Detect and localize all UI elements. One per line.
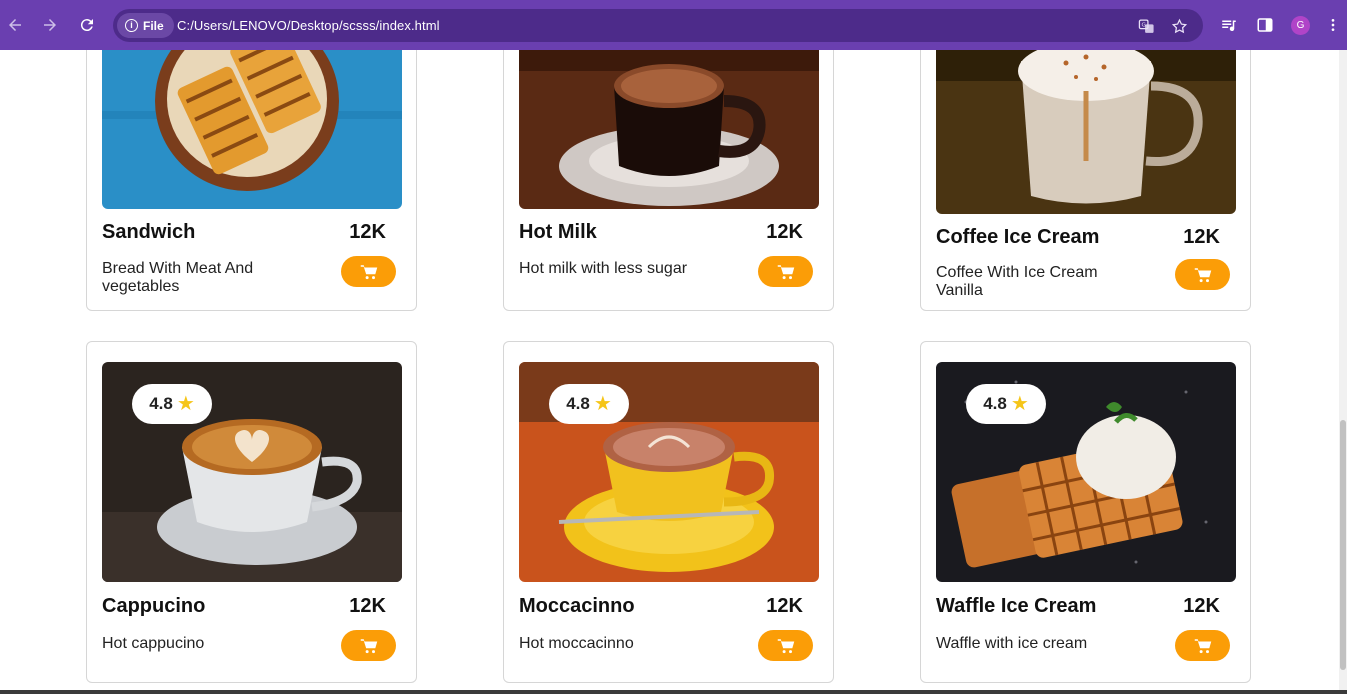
item-name: Hot Milk — [519, 221, 597, 243]
rating-value: 4.8 — [566, 394, 590, 413]
item-description: Waffle with ice cream — [936, 635, 1088, 652]
star-icon — [1171, 18, 1187, 33]
add-to-cart-button[interactable] — [758, 630, 813, 661]
item-description: Bread With Meat And vegetables — [102, 260, 254, 295]
cart-icon — [1194, 638, 1211, 653]
item-price: 12K — [766, 595, 803, 617]
page-scrollbar[interactable] — [1339, 50, 1347, 694]
item-name: Sandwich — [102, 221, 196, 243]
back-button[interactable] — [0, 10, 30, 40]
item-name: Cappucino — [102, 595, 206, 617]
menu-card: 4.8 ★ Cappucino 12K Hot cappucino — [86, 341, 417, 683]
add-to-cart-button[interactable] — [1175, 630, 1230, 661]
cart-icon — [777, 264, 794, 279]
add-to-cart-button[interactable] — [341, 630, 396, 661]
reload-icon — [80, 19, 93, 32]
menu-card: 4.8 ★ Waffle Ice Cream 12K Waffle with i… — [920, 341, 1251, 683]
item-name: Moccacinno — [519, 595, 635, 617]
url-text[interactable]: C:/Users/LENOVO/Desktop/scsss/index.html — [177, 18, 440, 33]
translate-icon: G — [1138, 18, 1154, 33]
item-price: 12K — [349, 221, 386, 243]
cart-icon — [1194, 267, 1211, 282]
side-panel-icon — [1257, 18, 1273, 32]
hot-milk-image — [519, 50, 819, 209]
add-to-cart-button[interactable] — [1175, 259, 1230, 290]
menu-card: Sandwich 12K Bread With Meat And vegetab… — [86, 50, 417, 311]
browser-menu-button[interactable] — [1325, 14, 1341, 36]
forward-button[interactable] — [35, 10, 65, 40]
moccacinno-image: 4.8 ★ — [519, 362, 819, 582]
item-description: Coffee With Ice Cream Vanilla — [936, 264, 1098, 299]
item-price: 12K — [349, 595, 386, 617]
menu-card: 4.8 ★ Moccacinno 12K Hot moccacinno — [503, 341, 834, 683]
item-description: Hot moccacinno — [519, 635, 634, 652]
rating-badge: 4.8 ★ — [132, 384, 212, 424]
rating-badge: 4.8 ★ — [966, 384, 1046, 424]
item-name: Waffle Ice Cream — [936, 595, 1097, 617]
more-vertical-icon — [1331, 19, 1335, 31]
bookmark-button[interactable] — [1169, 16, 1189, 36]
add-to-cart-button[interactable] — [758, 256, 813, 287]
item-price: 12K — [766, 221, 803, 243]
cart-icon — [360, 264, 377, 279]
taskbar-edge — [0, 690, 1347, 694]
star-icon: ★ — [176, 393, 195, 415]
cart-icon — [360, 638, 377, 653]
site-info-chip[interactable]: i File — [117, 13, 174, 38]
waffle-ice-cream-image: 4.8 ★ — [936, 362, 1236, 582]
item-name: Coffee Ice Cream — [936, 226, 1100, 248]
address-bar[interactable]: i File C:/Users/LENOVO/Desktop/scsss/ind… — [113, 9, 1203, 42]
arrow-right-icon — [44, 19, 56, 31]
item-price: 12K — [1183, 595, 1220, 617]
rating-value: 4.8 — [149, 394, 173, 413]
info-icon: i — [125, 19, 138, 32]
item-description: Hot milk with less sugar — [519, 260, 688, 277]
sandwich-image — [102, 50, 402, 209]
page-viewport: Sandwich 12K Bread With Meat And vegetab… — [0, 50, 1347, 694]
translate-button[interactable]: G — [1136, 16, 1156, 36]
cart-icon — [777, 638, 794, 653]
svg-text:G: G — [1141, 22, 1145, 28]
browser-toolbar: i File C:/Users/LENOVO/Desktop/scsss/ind… — [0, 0, 1347, 50]
menu-card: Coffee Ice Cream 12K Coffee With Ice Cre… — [920, 50, 1251, 311]
menu-card: Hot Milk 12K Hot milk with less sugar — [503, 50, 834, 311]
media-controls-button[interactable] — [1218, 14, 1240, 36]
profile-avatar[interactable]: G — [1291, 16, 1310, 35]
rating-badge: 4.8 ★ — [549, 384, 629, 424]
reload-button[interactable] — [72, 10, 102, 40]
arrow-left-icon — [9, 19, 21, 31]
rating-value: 4.8 — [983, 394, 1007, 413]
side-panel-button[interactable] — [1254, 14, 1276, 36]
star-icon: ★ — [593, 393, 612, 415]
site-chip-label: File — [143, 18, 164, 33]
add-to-cart-button[interactable] — [341, 256, 396, 287]
scrollbar-thumb[interactable] — [1340, 420, 1346, 670]
star-icon: ★ — [1010, 393, 1029, 415]
item-description: Hot cappucino — [102, 635, 205, 652]
item-price: 12K — [1183, 226, 1220, 248]
coffee-ice-cream-image — [936, 50, 1236, 214]
playlist-icon — [1222, 20, 1236, 32]
cappucino-image: 4.8 ★ — [102, 362, 402, 582]
